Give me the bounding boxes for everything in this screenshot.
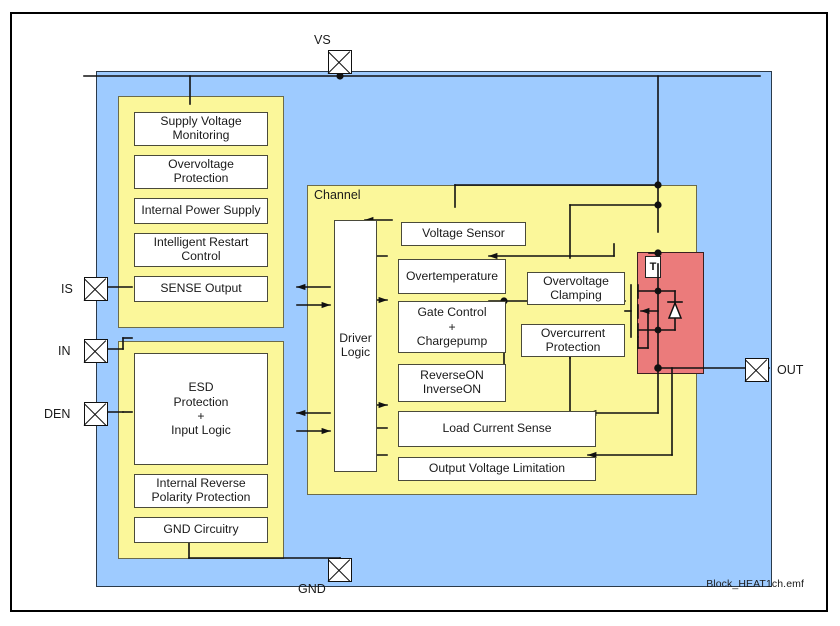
pin-label-is: IS bbox=[61, 282, 73, 296]
block-overvoltage-clamping: Overvoltage Clamping bbox=[527, 272, 625, 305]
block-load-current-sense: Load Current Sense bbox=[398, 411, 596, 447]
block-driver-logic: Driver Logic bbox=[334, 220, 377, 472]
block-overvoltage-protection: Overvoltage Protection bbox=[134, 155, 268, 189]
block-gate-control-chargepump: Gate Control + Chargepump bbox=[398, 301, 506, 353]
pin-label-out: OUT bbox=[777, 363, 804, 377]
pin-label-den: DEN bbox=[44, 407, 71, 421]
figure-caption: Block_HEAT1ch.emf bbox=[706, 578, 804, 590]
pin-in[interactable] bbox=[84, 339, 108, 363]
block-overtemperature: Overtemperature bbox=[398, 259, 506, 294]
pin-gnd[interactable] bbox=[328, 558, 352, 582]
pin-is[interactable] bbox=[84, 277, 108, 301]
pin-out[interactable] bbox=[745, 358, 769, 382]
block-output-voltage-limitation: Output Voltage Limitation bbox=[398, 457, 596, 481]
block-esd-protection-input-logic: ESD Protection + Input Logic bbox=[134, 353, 268, 465]
block-gnd-circuitry: GND Circuitry bbox=[134, 517, 268, 543]
block-voltage-sensor: Voltage Sensor bbox=[401, 222, 526, 246]
pin-den[interactable] bbox=[84, 402, 108, 426]
block-sense-output: SENSE Output bbox=[134, 276, 268, 302]
block-reverseon-inverseon: ReverseON InverseON bbox=[398, 364, 506, 402]
block-intelligent-restart-control: Intelligent Restart Control bbox=[134, 233, 268, 267]
pin-label-gnd: GND bbox=[298, 582, 326, 596]
pin-label-in: IN bbox=[58, 344, 71, 358]
diagram-frame: Channel T Supply Voltage Monitoring Over… bbox=[10, 12, 828, 612]
pin-vs[interactable] bbox=[328, 50, 352, 74]
block-overcurrent-protection: Overcurrent Protection bbox=[521, 324, 625, 357]
block-internal-power-supply: Internal Power Supply bbox=[134, 198, 268, 224]
block-supply-voltage-monitoring: Supply Voltage Monitoring bbox=[134, 112, 268, 146]
block-internal-reverse-polarity-protection: Internal Reverse Polarity Protection bbox=[134, 474, 268, 508]
pin-label-vs: VS bbox=[314, 33, 331, 47]
